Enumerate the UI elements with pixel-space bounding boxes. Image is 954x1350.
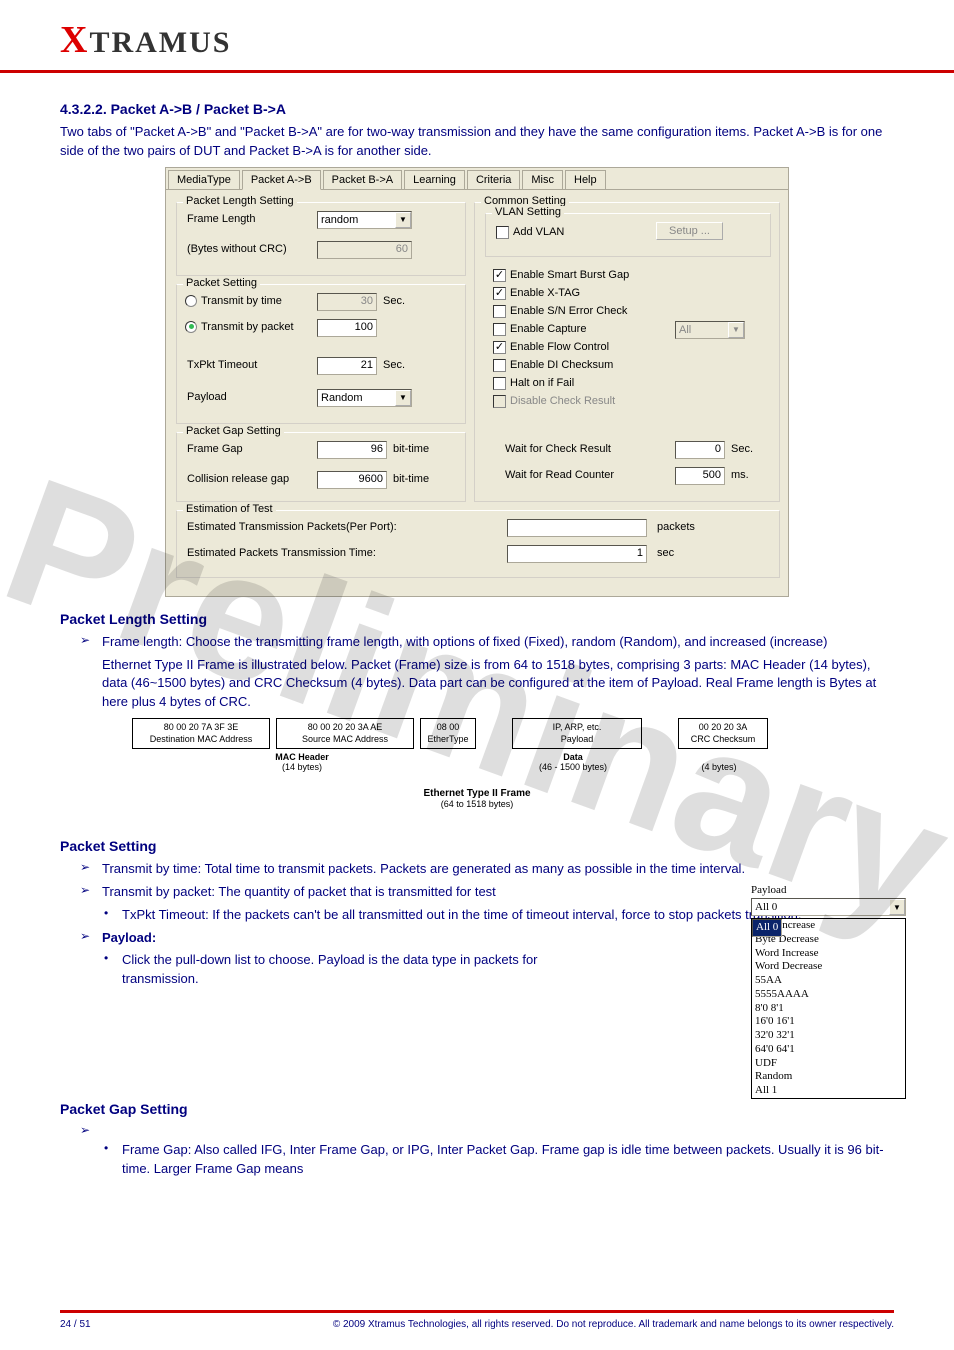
opt-random[interactable]: Random [752,1070,905,1084]
checkbox-xtag[interactable]: Enable X-TAG [493,287,580,300]
group-estimation: Estimation of Test Estimated Transmissio… [176,510,780,578]
payload-option-list[interactable]: All 0 Byte Increase Byte Decrease Word I… [751,918,906,1099]
chevron-down-icon: ▼ [395,390,411,406]
input-wait-rd[interactable]: 500 [675,467,725,485]
intro-text: Two tabs of "Packet A->B" and "Packet B-… [60,123,894,161]
lbl-etpp: Estimated Transmission Packets(Per Port)… [187,521,397,533]
opt-all0[interactable]: All 0 [752,919,782,937]
opt-udf[interactable]: UDF [752,1057,905,1071]
lbl-payload: Payload [187,391,227,403]
group-packet-length: Packet Length Setting Frame Length rando… [176,202,466,276]
legend-pls: Packet Length Setting [183,195,297,207]
opt-word-dec[interactable]: Word Decrease [752,960,905,974]
bullet-pgs: ➢ [80,1123,894,1137]
lbl-sec1: Sec. [383,295,405,307]
page-header: XTRAMUS [0,0,954,73]
radio-transmit-by-packet[interactable]: Transmit by packet [185,321,294,333]
checkbox-add-vlan[interactable]: Add VLAN [496,226,564,239]
opt-55aa[interactable]: 55AA [752,974,905,988]
input-eptt: 1 [507,545,647,563]
dialog-screenshot: MediaType Packet A->B Packet B->A Learni… [165,167,789,597]
lbl-payload2: Payload [751,884,786,896]
tab-packet-b-a[interactable]: Packet B->A [323,170,402,190]
chevron-down-icon: ▼ [728,322,744,338]
bullet-frame-length: ➢Frame length: Choose the transmitting f… [80,633,894,652]
select-payload[interactable]: Random▼ [317,389,412,407]
opt-word-inc[interactable]: Word Increase [752,947,905,961]
opt-16-0-16-1[interactable]: 16'0 16'1 [752,1015,905,1029]
legend-vlan: VLAN Setting [492,206,564,218]
input-packet-count[interactable]: 100 [317,319,377,337]
logo: XTRAMUS [60,26,231,59]
opt-32-0-32-1[interactable]: 32'0 32'1 [752,1029,905,1043]
copyright: © 2009 Xtramus Technologies, all rights … [333,1319,894,1330]
bullet-transmit-time: ➢Transmit by time: Total time to transmi… [80,860,894,879]
group-packet-setting: Packet Setting Transmit by time 30 Sec. … [176,284,466,424]
heading-pls: Packet Length Setting [60,611,894,627]
tab-packet-a-b[interactable]: Packet A->B [242,170,321,190]
radio-transmit-by-time[interactable]: Transmit by time [185,295,282,307]
opt-8-0-8-1[interactable]: 8'0 8'1 [752,1002,905,1016]
lbl-wait-chk-unit: Sec. [731,443,753,455]
lbl-wait-chk: Wait for Check Result [505,443,611,455]
input-txpkt[interactable]: 21 [317,357,377,375]
select-frame-length[interactable]: random▼ [317,211,412,229]
tab-criteria[interactable]: Criteria [467,170,520,190]
checkbox-di-checksum[interactable]: Enable DI Checksum [493,359,613,372]
legend-est: Estimation of Test [183,503,276,515]
checkbox-smart-burst-gap[interactable]: Enable Smart Burst Gap [493,269,629,282]
ethernet-frame-diagram: 80 00 20 7A 3F 3EDestination MAC Address… [132,718,822,828]
opt-5555aaaa[interactable]: 5555AAAA [752,988,905,1002]
lbl-eptt-unit: sec [657,547,674,559]
input-wait-chk[interactable]: 0 [675,441,725,459]
lbl-txpkt: TxPkt Timeout [187,359,257,371]
lbl-bit2: bit-time [393,473,429,485]
chevron-down-icon: ▼ [395,212,411,228]
heading-ps: Packet Setting [60,838,894,854]
para-pls: Ethernet Type II Frame is illustrated be… [102,656,894,713]
tab-learning[interactable]: Learning [404,170,465,190]
lbl-bytes: (Bytes without CRC) [187,243,287,255]
checkbox-sn-error[interactable]: Enable S/N Error Check [493,305,627,318]
select-payload2[interactable]: All 0▼ [751,898,906,916]
lbl-sec2: Sec. [383,359,405,371]
lbl-wait-rd-unit: ms. [731,469,749,481]
lbl-etpp-unit: packets [657,521,695,533]
opt-all1[interactable]: All 1 [752,1084,905,1098]
lbl-frame-length: Frame Length [187,213,255,225]
input-frame-gap[interactable]: 96 [317,441,387,459]
lbl-bit1: bit-time [393,443,429,455]
checkbox-capture[interactable]: Enable Capture [493,323,586,336]
lbl-coll: Collision release gap [187,473,289,485]
checkbox-halt-fail[interactable]: Halt on if Fail [493,377,574,390]
checkbox-disable-check: Disable Check Result [493,395,615,408]
page-footer: 24 / 51 © 2009 Xtramus Technologies, all… [0,1310,954,1330]
select-capture: All▼ [675,321,745,339]
lbl-wait-rd: Wait for Read Counter [505,469,614,481]
lbl-frame-gap: Frame Gap [187,443,243,455]
dot-frame-gap: •Frame Gap: Also called IFG, Inter Frame… [104,1141,894,1179]
chevron-down-icon: ▼ [889,899,905,915]
opt-64-0-64-1[interactable]: 64'0 64'1 [752,1043,905,1057]
input-bytes: 60 [317,241,412,259]
tab-misc[interactable]: Misc [522,170,563,190]
tab-help[interactable]: Help [565,170,606,190]
legend-pgs: Packet Gap Setting [183,425,284,437]
input-etpp [507,519,647,537]
payload-dropdown: Payload All 0▼ All 0 Byte Increase Byte … [751,884,906,1099]
page-number: 24 / 51 [60,1319,91,1330]
group-vlan: VLAN Setting Add VLAN Setup ... [485,213,771,257]
button-setup: Setup ... [656,222,723,240]
input-coll[interactable]: 9600 [317,471,387,489]
heading-pgs: Packet Gap Setting [60,1101,894,1117]
tab-mediatype[interactable]: MediaType [168,170,240,190]
section-heading: 4.3.2.2. Packet A->B / Packet B->A [60,101,894,117]
lbl-eptt: Estimated Packets Transmission Time: [187,547,376,559]
checkbox-flow-control[interactable]: Enable Flow Control [493,341,609,354]
group-packet-gap: Packet Gap Setting Frame Gap 96 bit-time… [176,432,466,502]
group-common-setting: Common Setting VLAN Setting Add VLAN Set… [474,202,780,502]
tab-bar: MediaType Packet A->B Packet B->A Learni… [166,168,788,190]
input-time: 30 [317,293,377,311]
legend-ps: Packet Setting [183,277,260,289]
